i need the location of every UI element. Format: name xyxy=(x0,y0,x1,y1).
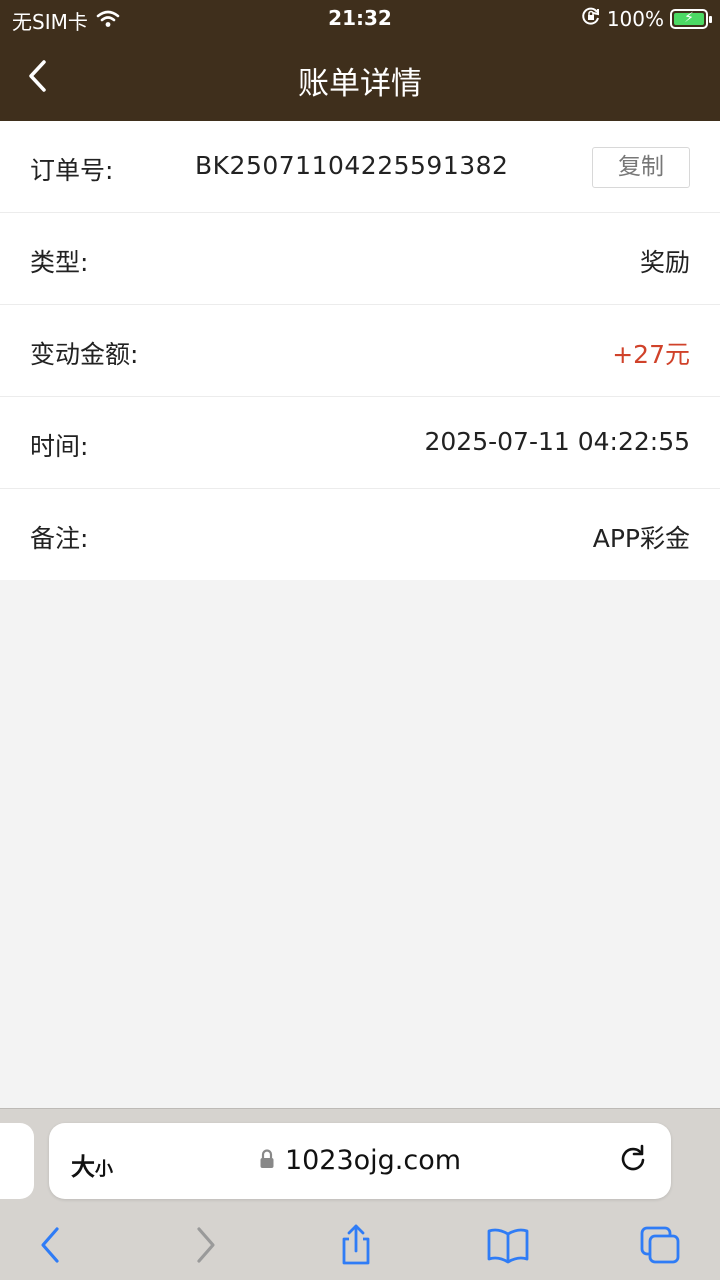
reload-button[interactable] xyxy=(617,1143,649,1175)
address-bar[interactable]: 大小 1023ojg.com xyxy=(49,1123,671,1199)
detail-row-type: 类型: 奖励 xyxy=(0,213,720,305)
note-value: APP彩金 xyxy=(592,524,690,553)
page-title: 账单详情 xyxy=(298,66,422,102)
browser-toolbar xyxy=(0,1213,720,1280)
detail-row-order: 订单号: BK25071104225591382 复制 xyxy=(0,121,720,213)
time-value: 2025-07-11 04:22:55 xyxy=(424,427,690,456)
detail-row-amount: 变动金额: +27元 xyxy=(0,305,720,397)
order-number: BK25071104225591382 xyxy=(195,151,509,180)
order-label: 订单号: xyxy=(30,156,114,185)
note-label: 备注: xyxy=(30,524,89,553)
url-text: 1023ojg.com xyxy=(284,1145,462,1176)
battery-icon: ⚡ xyxy=(670,8,712,29)
orientation-lock-icon xyxy=(581,6,601,31)
amount-value: +27元 xyxy=(612,340,690,369)
lock-icon xyxy=(259,1146,275,1177)
type-value: 奖励 xyxy=(639,248,690,277)
type-label: 类型: xyxy=(30,248,89,277)
copy-button[interactable]: 复制 xyxy=(592,147,690,188)
detail-row-note: 备注: APP彩金 xyxy=(0,489,720,580)
share-icon xyxy=(342,1224,370,1265)
bill-detail-list: 订单号: BK25071104225591382 复制 类型: 奖励 变动金额:… xyxy=(0,121,720,580)
battery-percent: 100% xyxy=(606,6,664,31)
status-bar: 无SIM卡 21:32 100% ⚡ xyxy=(0,0,720,38)
forward-arrow-icon xyxy=(197,1227,215,1263)
reload-icon xyxy=(621,1144,645,1171)
browser-forward-button[interactable] xyxy=(184,1223,228,1267)
book-icon xyxy=(487,1228,529,1264)
tabs-button[interactable] xyxy=(638,1223,682,1267)
app-header: 无SIM卡 21:32 100% ⚡ 账单详情 xyxy=(0,0,720,121)
status-right: 100% ⚡ xyxy=(581,6,712,31)
tabs-icon xyxy=(640,1226,680,1264)
previous-tab-preview[interactable] xyxy=(0,1123,34,1199)
url-display[interactable]: 1023ojg.com xyxy=(49,1145,671,1177)
amount-label: 变动金额: xyxy=(30,340,139,369)
browser-bottom-bar: 大小 1023ojg.com xyxy=(0,1108,720,1280)
detail-row-time: 时间: 2025-07-11 04:22:55 xyxy=(0,397,720,489)
browser-back-button[interactable] xyxy=(28,1223,72,1267)
navigation-bar: 账单详情 xyxy=(0,38,720,121)
bookmarks-button[interactable] xyxy=(486,1223,530,1267)
share-button[interactable] xyxy=(334,1223,378,1267)
time-label: 时间: xyxy=(30,432,89,461)
back-arrow-icon xyxy=(41,1227,59,1263)
